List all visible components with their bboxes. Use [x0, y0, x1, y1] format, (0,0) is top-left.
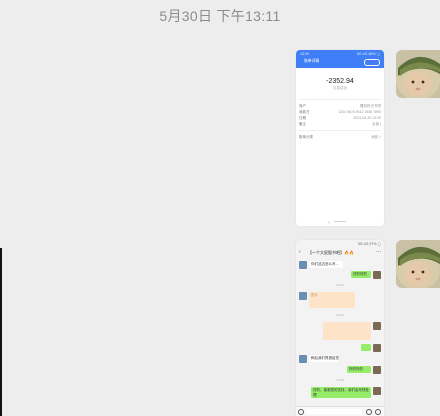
- chat-bubble-left: 图片: [309, 292, 355, 308]
- self-avatar: [373, 322, 381, 330]
- avatar[interactable]: [396, 240, 440, 288]
- nav-title: 账单详情: [304, 59, 320, 63]
- self-avatar: [373, 387, 381, 395]
- detail-value: 消费 >: [370, 135, 381, 139]
- window-edge: [0, 248, 2, 416]
- detail-row: 账单分类 消费 >: [296, 134, 384, 140]
- self-avatar: [373, 271, 381, 279]
- avatar-image: [396, 240, 440, 288]
- capsule-menu-icon: [364, 59, 380, 66]
- chat-time: 13:22: [336, 283, 344, 287]
- chat-title: 【一个大屁股书吧】🔥🔥: [308, 250, 354, 255]
- voice-icon: [298, 408, 304, 415]
- chat-bubble-right: 好的好的: [351, 271, 371, 278]
- chat-time: 13:25: [336, 378, 344, 382]
- bubble-text: 稍后我们再退给您: [311, 356, 339, 360]
- bubble-text: 好的好的: [349, 367, 363, 371]
- app-header: 13:29 5G 4G 56% ▢ 账单详情: [296, 50, 384, 68]
- status-icons: 5G 4G 57% ▢: [357, 242, 381, 246]
- home-indicator: [334, 220, 346, 222]
- contact-avatar: [299, 292, 307, 300]
- message-input: [306, 409, 362, 414]
- bubble-text: 好的好的: [353, 272, 367, 276]
- detail-label: 账单分类: [299, 135, 313, 139]
- contact-avatar: [299, 355, 307, 363]
- chat-bubble-right: 好的，谢谢您的支持，我们会尽快处理: [311, 387, 371, 398]
- bubble-text: [323, 322, 371, 324]
- bubble-text: 好的，谢谢您的支持，我们会尽快处理: [313, 388, 369, 397]
- bubble-text: 你们这边怎么写...: [311, 262, 339, 266]
- image-message-chat[interactable]: 5G 4G 57% ▢ ‹ 【一个大屁股书吧】🔥🔥 ··· 你们这边怎么写...…: [296, 240, 384, 416]
- divider: [299, 99, 381, 100]
- self-avatar: [373, 344, 381, 352]
- avatar[interactable]: [396, 50, 440, 98]
- bubble-text: 图片: [311, 293, 318, 297]
- chat-header: 5G 4G 57% ▢ ‹ 【一个大屁股书吧】🔥🔥 ···: [296, 240, 384, 258]
- status-time: 13:29: [300, 52, 309, 56]
- detail-label: 备注: [299, 122, 306, 127]
- back-chevron-icon: ‹: [328, 220, 330, 226]
- chat-bubble-right: [323, 322, 371, 340]
- image-message-bill[interactable]: 13:29 5G 4G 56% ▢ 账单详情 -2352.94 交易成功 商户 …: [296, 50, 384, 226]
- divider: [299, 130, 381, 131]
- chat-time: 13:23: [336, 313, 344, 317]
- detail-row: 备注 全部 |: [296, 121, 384, 127]
- bill-status: 交易成功: [332, 86, 348, 90]
- self-avatar: [373, 366, 381, 374]
- emoji-icon: [366, 408, 372, 415]
- chat-bubble-right: 好的好的: [347, 366, 371, 373]
- back-chevron-icon: ‹: [299, 249, 301, 255]
- contact-avatar: [299, 261, 307, 269]
- detail-value: 全部 |: [372, 122, 381, 127]
- chat-bubble-left: 稍后我们再退给您: [309, 355, 339, 362]
- chat-bubble-right: [361, 344, 371, 351]
- chat-bubble-left: 你们这边怎么写...: [309, 261, 343, 268]
- chat-timestamp: 5月30日 下午13:11: [159, 8, 281, 24]
- chat-input-bar: [296, 406, 384, 416]
- status-icons: 5G 4G 56% ▢: [356, 52, 380, 56]
- avatar-image: [396, 50, 440, 98]
- more-icon: ···: [376, 249, 381, 255]
- plus-icon: [375, 408, 381, 415]
- bill-amount: -2352.94: [326, 78, 354, 85]
